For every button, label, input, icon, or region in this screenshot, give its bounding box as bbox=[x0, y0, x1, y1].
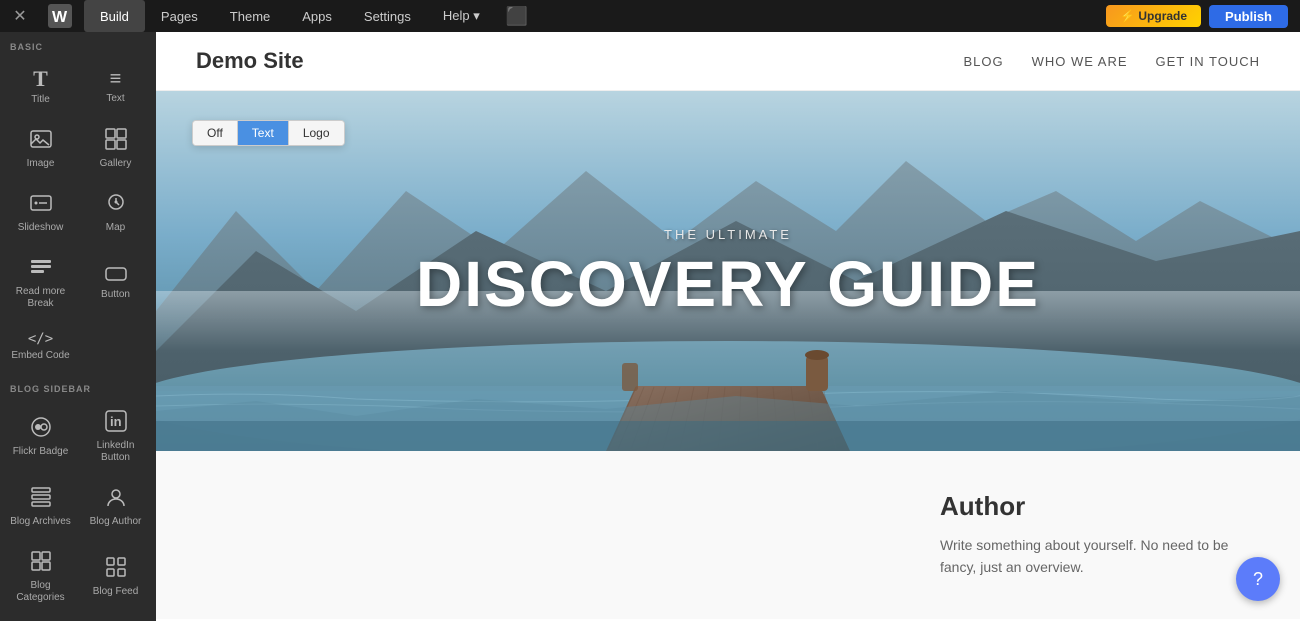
sidebar-blog-grid: Flickr Badge in LinkedIn Button Blog Arc… bbox=[0, 398, 156, 616]
section-label-structure: STRUCTURE bbox=[0, 616, 156, 621]
sidebar-item-blog-archives[interactable]: Blog Archives bbox=[4, 476, 77, 538]
hero-subtitle: THE ULTIMATE bbox=[664, 227, 792, 242]
nav-help[interactable]: Help ▾ bbox=[427, 0, 496, 32]
sidebar-item-readmore-label: Read more Break bbox=[8, 286, 73, 310]
logo: W bbox=[40, 0, 80, 32]
gallery-icon bbox=[105, 128, 127, 154]
embedcode-icon: </> bbox=[28, 332, 53, 346]
sidebar-item-map[interactable]: Map bbox=[79, 182, 152, 244]
slideshow-icon bbox=[30, 192, 52, 218]
device-toggle-icon[interactable]: ⬛ bbox=[496, 6, 538, 27]
nav-settings[interactable]: Settings bbox=[348, 0, 427, 32]
sidebar-item-blog-categories[interactable]: Blog Categories bbox=[4, 540, 77, 614]
sidebar-item-image-label: Image bbox=[27, 158, 55, 170]
sidebar-item-map-label: Map bbox=[106, 222, 125, 234]
title-icon: T bbox=[33, 68, 48, 90]
sidebar-item-slideshow[interactable]: Slideshow bbox=[4, 182, 77, 244]
nav-apps[interactable]: Apps bbox=[286, 0, 348, 32]
site-nav: BLOG WHO WE ARE GET IN TOUCH bbox=[963, 54, 1260, 69]
readmore-icon bbox=[30, 256, 52, 282]
nav-get-in-touch[interactable]: GET IN TOUCH bbox=[1156, 54, 1260, 69]
blog-categories-icon bbox=[30, 550, 52, 576]
sidebar-item-gallery[interactable]: Gallery bbox=[79, 118, 152, 180]
toggle-popup: Off Text Logo bbox=[192, 120, 345, 146]
close-button[interactable]: ✕ bbox=[0, 0, 40, 32]
site-header: Demo Site BLOG WHO WE ARE GET IN TOUCH O… bbox=[156, 32, 1300, 91]
site-title: Demo Site bbox=[196, 48, 304, 74]
blog-author-icon bbox=[105, 486, 127, 512]
sidebar-item-linkedin[interactable]: in LinkedIn Button bbox=[79, 400, 152, 474]
author-text: Write something about yourself. No need … bbox=[940, 534, 1260, 579]
author-box: Author Write something about yourself. N… bbox=[940, 491, 1260, 579]
top-bar: ✕ W Build Pages Theme Apps Settings Help… bbox=[0, 0, 1300, 32]
svg-text:W: W bbox=[52, 9, 68, 26]
section-label-basic: BASIC bbox=[0, 32, 156, 56]
sidebar-item-flickr-label: Flickr Badge bbox=[13, 446, 69, 458]
image-icon bbox=[30, 128, 52, 154]
nav-theme[interactable]: Theme bbox=[214, 0, 286, 32]
text-icon: ≡ bbox=[110, 69, 122, 89]
sidebar-item-gallery-label: Gallery bbox=[100, 158, 132, 170]
publish-button[interactable]: Publish bbox=[1209, 5, 1288, 28]
nav-who-we-are[interactable]: WHO WE ARE bbox=[1032, 54, 1128, 69]
sidebar-item-blog-feed-label: Blog Feed bbox=[93, 586, 139, 598]
sidebar-item-linkedin-label: LinkedIn Button bbox=[83, 440, 148, 464]
nav-pages[interactable]: Pages bbox=[145, 0, 214, 32]
sidebar-item-blog-author[interactable]: Blog Author bbox=[79, 476, 152, 538]
sidebar-item-title[interactable]: T Title bbox=[4, 58, 77, 116]
author-section: Author Write something about yourself. N… bbox=[156, 451, 1300, 619]
sidebar-basic-grid: T Title ≡ Text Image Gallery Slideshow bbox=[0, 56, 156, 374]
section-label-blog-sidebar: BLOG SIDEBAR bbox=[0, 374, 156, 398]
sidebar: BASIC T Title ≡ Text Image Gallery Slide… bbox=[0, 32, 156, 621]
nav-build[interactable]: Build bbox=[84, 0, 145, 32]
top-nav: Build Pages Theme Apps Settings Help ▾ ⬛ bbox=[84, 0, 1106, 32]
sidebar-item-title-label: Title bbox=[31, 94, 50, 106]
author-title: Author bbox=[940, 491, 1260, 522]
flickr-icon bbox=[30, 416, 52, 442]
sidebar-item-blog-archives-label: Blog Archives bbox=[10, 516, 71, 528]
blog-feed-icon bbox=[105, 556, 127, 582]
nav-blog[interactable]: BLOG bbox=[963, 54, 1003, 69]
top-bar-actions: ⚡ Upgrade Publish bbox=[1106, 5, 1288, 28]
toggle-text[interactable]: Text bbox=[238, 121, 289, 145]
sidebar-item-button[interactable]: Button bbox=[79, 246, 152, 320]
svg-text:in: in bbox=[110, 414, 122, 429]
blog-archives-icon bbox=[30, 486, 52, 512]
sidebar-item-flickr[interactable]: Flickr Badge bbox=[4, 400, 77, 474]
upgrade-button[interactable]: ⚡ Upgrade bbox=[1106, 5, 1201, 27]
map-icon bbox=[105, 192, 127, 218]
toggle-logo[interactable]: Logo bbox=[289, 121, 344, 145]
sidebar-item-blog-feed[interactable]: Blog Feed bbox=[79, 540, 152, 614]
sidebar-item-embedcode[interactable]: </> Embed Code bbox=[4, 322, 77, 372]
sidebar-item-button-label: Button bbox=[101, 289, 130, 301]
sidebar-item-text-label: Text bbox=[106, 93, 124, 105]
help-icon: ? bbox=[1253, 569, 1263, 590]
help-fab-button[interactable]: ? bbox=[1236, 557, 1280, 601]
hero-title: DISCOVERY GUIDE bbox=[416, 252, 1040, 316]
main-area: Demo Site BLOG WHO WE ARE GET IN TOUCH O… bbox=[156, 32, 1300, 621]
toggle-off[interactable]: Off bbox=[193, 121, 238, 145]
sidebar-item-image[interactable]: Image bbox=[4, 118, 77, 180]
sidebar-item-embedcode-label: Embed Code bbox=[11, 350, 69, 362]
button-icon bbox=[105, 265, 127, 285]
linkedin-icon: in bbox=[105, 410, 127, 436]
sidebar-item-slideshow-label: Slideshow bbox=[18, 222, 64, 234]
sidebar-item-text[interactable]: ≡ Text bbox=[79, 58, 152, 116]
sidebar-item-readmore[interactable]: Read more Break bbox=[4, 246, 77, 320]
sidebar-item-blog-categories-label: Blog Categories bbox=[8, 580, 73, 604]
sidebar-item-blog-author-label: Blog Author bbox=[90, 516, 142, 528]
